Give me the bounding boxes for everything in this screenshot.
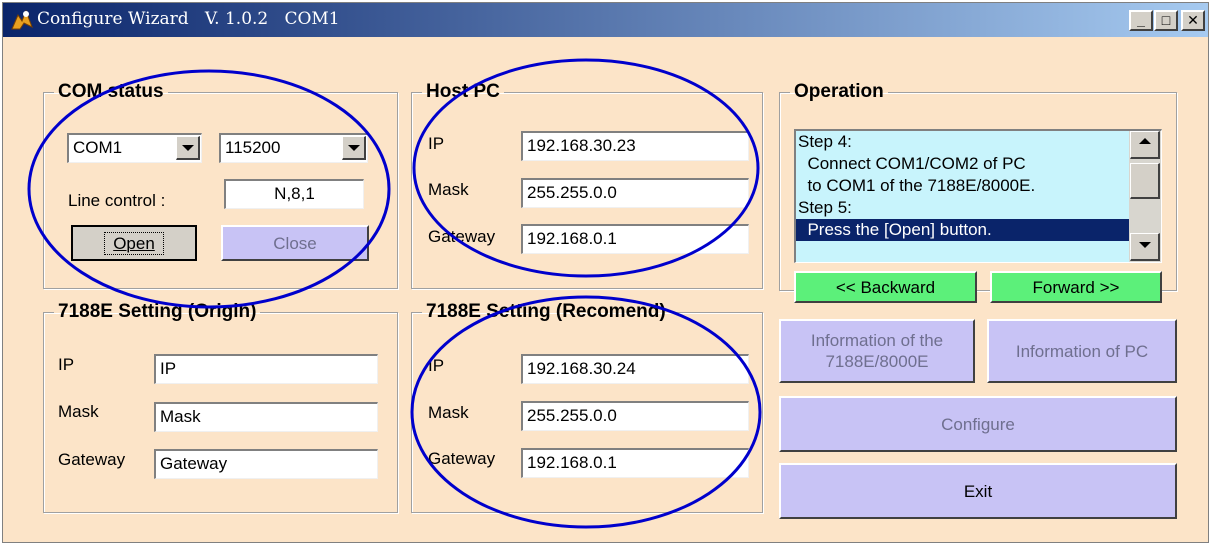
recommend-setting-legend: 7188E Setting (Recomend) bbox=[426, 301, 666, 322]
close-icon: ✕ bbox=[1187, 12, 1199, 28]
exit-button[interactable]: Exit bbox=[779, 463, 1177, 519]
exit-label: Exit bbox=[963, 481, 993, 501]
baud-rate-dropdown-button[interactable] bbox=[342, 136, 366, 160]
close-port-button[interactable]: Close bbox=[221, 225, 369, 261]
baud-rate-select[interactable]: 115200 bbox=[219, 133, 368, 163]
scroll-down-button[interactable] bbox=[1130, 233, 1160, 261]
origin-ip-label: IP bbox=[58, 355, 75, 374]
chevron-down-icon bbox=[182, 145, 194, 151]
origin-ip-field[interactable]: IP bbox=[154, 354, 378, 384]
list-item-selected[interactable]: Press the [Open] button. bbox=[796, 219, 1133, 241]
origin-gateway-label: Gateway bbox=[58, 450, 126, 469]
info-device-label-line2: 7188E/8000E bbox=[825, 352, 929, 371]
com-port-dropdown-button[interactable] bbox=[176, 136, 200, 160]
list-item[interactable]: Step 5: bbox=[798, 197, 852, 219]
open-button[interactable]: Open bbox=[71, 225, 197, 261]
host-gateway-field[interactable]: 192.168.0.1 bbox=[521, 224, 749, 254]
window-title: Configure Wizard V. 1.0.2 COM1 bbox=[37, 9, 340, 29]
configure-button[interactable]: Configure bbox=[779, 396, 1177, 452]
configure-label: Configure bbox=[941, 414, 1015, 434]
chevron-down-icon bbox=[1139, 242, 1151, 248]
info-pc-label: Information of PC bbox=[1015, 341, 1149, 361]
host-mask-field[interactable]: 255.255.0.0 bbox=[521, 178, 749, 208]
host-gateway-label: Gateway bbox=[428, 227, 496, 246]
title-bar[interactable]: Configure Wizard V. 1.0.2 COM1 _ □ ✕ bbox=[3, 3, 1208, 37]
minimize-button[interactable]: _ bbox=[1129, 10, 1153, 31]
minimize-icon: _ bbox=[1137, 12, 1145, 28]
recommend-ip-field[interactable]: 192.168.30.24 bbox=[521, 354, 749, 384]
chevron-up-icon bbox=[1139, 138, 1151, 144]
origin-setting-legend: 7188E Setting (Origin) bbox=[58, 301, 257, 322]
origin-mask-label: Mask bbox=[58, 402, 99, 421]
list-item[interactable]: Step 4: bbox=[798, 131, 852, 153]
line-control-field[interactable]: N,8,1 bbox=[224, 179, 364, 209]
open-button-label: Open bbox=[104, 231, 164, 255]
close-window-button[interactable]: ✕ bbox=[1181, 10, 1205, 31]
app-icon bbox=[11, 9, 33, 30]
backward-button[interactable]: << Backward bbox=[794, 271, 977, 303]
line-control-label: Line control : bbox=[68, 191, 166, 210]
list-item[interactable]: Connect COM1/COM2 of PC bbox=[798, 153, 1025, 175]
backward-label: << Backward bbox=[835, 277, 936, 297]
info-pc-button[interactable]: Information of PC bbox=[987, 319, 1177, 383]
scroll-up-button[interactable] bbox=[1130, 131, 1160, 159]
chevron-down-icon bbox=[348, 145, 360, 151]
forward-label: Forward >> bbox=[1032, 277, 1120, 297]
recommend-mask-label: Mask bbox=[428, 403, 469, 422]
com-port-select[interactable]: COM1 bbox=[67, 133, 202, 163]
list-item[interactable]: to COM1 of the 7188E/8000E. bbox=[798, 175, 1035, 197]
com-status-legend: COM status bbox=[58, 81, 164, 102]
recommend-ip-label: IP bbox=[428, 356, 445, 375]
host-ip-field[interactable]: 192.168.30.23 bbox=[521, 131, 749, 161]
recommend-gateway-label: Gateway bbox=[428, 449, 496, 468]
info-device-label-line1: Information of the bbox=[810, 331, 944, 350]
forward-button[interactable]: Forward >> bbox=[990, 271, 1162, 303]
operation-legend: Operation bbox=[794, 81, 884, 102]
operation-steps-list[interactable]: Step 4: Connect COM1/COM2 of PC to COM1 … bbox=[794, 129, 1162, 263]
com-port-value: COM1 bbox=[73, 138, 123, 157]
list-scrollbar[interactable] bbox=[1129, 131, 1161, 262]
maximize-button[interactable]: □ bbox=[1154, 10, 1178, 31]
maximize-icon: □ bbox=[1161, 12, 1171, 28]
host-mask-label: Mask bbox=[428, 180, 469, 199]
host-ip-label: IP bbox=[428, 134, 445, 153]
baud-rate-value: 115200 bbox=[225, 138, 281, 157]
scroll-thumb[interactable] bbox=[1130, 163, 1160, 199]
configure-wizard-window: Configure Wizard V. 1.0.2 COM1 _ □ ✕ COM… bbox=[2, 2, 1209, 543]
recommend-mask-field[interactable]: 255.255.0.0 bbox=[521, 401, 749, 431]
host-pc-legend: Host PC bbox=[426, 81, 500, 102]
origin-gateway-field[interactable]: Gateway bbox=[154, 449, 378, 479]
close-port-label: Close bbox=[273, 233, 317, 253]
origin-mask-field[interactable]: Mask bbox=[154, 402, 378, 432]
info-device-button[interactable]: Information of the 7188E/8000E bbox=[779, 319, 975, 383]
recommend-gateway-field[interactable]: 192.168.0.1 bbox=[521, 448, 749, 478]
